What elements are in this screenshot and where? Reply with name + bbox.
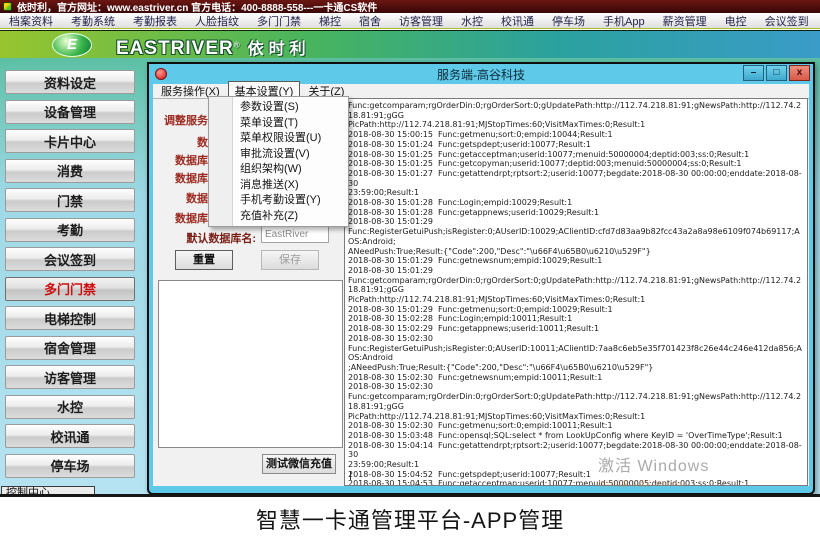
brand-band: E EASTRIVER® 依时利 — [0, 30, 820, 58]
sidebar-button[interactable]: 停车场 — [5, 454, 135, 478]
dropdown-menu-item[interactable]: 充值补充(Z) — [209, 209, 348, 225]
field-label: 调整服务 — [153, 112, 208, 128]
menu-item[interactable]: 人脸指纹 — [186, 13, 248, 29]
dropdown-menu-item[interactable]: 参数设置(S) — [209, 100, 348, 116]
screen: 依时利，官方网址：www.eastriver.cn 官方电话：400-8888-… — [0, 0, 820, 540]
dialog-title: 服务端-高谷科技 — [437, 66, 525, 83]
sidebar-button[interactable]: 会议签到 — [5, 247, 135, 271]
sidebar-button[interactable]: 卡片中心 — [5, 129, 135, 153]
page-caption: 智慧一卡通管理平台-APP管理 — [256, 503, 564, 535]
field-label: 数据 — [153, 190, 208, 206]
sidebar: 资料设定设备管理卡片中心消费门禁考勤会议签到多门门禁电梯控制宿舍管理访客管理水控… — [5, 70, 135, 478]
menu-item[interactable]: 访客管理 — [390, 13, 452, 29]
eastriver-logo-icon: E — [52, 33, 92, 57]
minimize-button[interactable]: – — [743, 65, 764, 81]
field-label: 数据库 — [153, 152, 208, 168]
dropdown-menu-item[interactable]: 菜单设置(T) — [209, 116, 348, 132]
sidebar-button[interactable]: 访客管理 — [5, 365, 135, 389]
app-titlebar: 依时利，官方网址：www.eastriver.cn 官方电话：400-8888-… — [0, 0, 820, 13]
menu-item[interactable]: 多门门禁 — [248, 13, 310, 29]
sidebar-button[interactable]: 门禁 — [5, 188, 135, 212]
menu-bar: 档案资料考勤系统考勤报表人脸指纹多门门禁梯控宿舍访客管理水控校讯通停车场手机Ap… — [0, 13, 820, 29]
log-output: Func:getcomparam;rgOrderDin:0;rgOrderSor… — [348, 101, 804, 486]
dropdown-menu-item[interactable]: 审批流设置(V) — [209, 147, 348, 163]
brand-text: EASTRIVER® 依时利 — [116, 35, 311, 60]
menu-item[interactable]: 电控 — [716, 13, 756, 29]
app-icon — [3, 2, 12, 11]
menu-item[interactable]: 停车场 — [543, 13, 594, 29]
dialog-app-icon — [155, 68, 167, 80]
sidebar-button[interactable]: 电梯控制 — [5, 306, 135, 330]
menu-item[interactable]: 考勤系统 — [62, 13, 124, 29]
sidebar-button[interactable]: 多门门禁 — [5, 277, 135, 301]
field-label: 数 — [153, 134, 208, 150]
service-listbox[interactable] — [158, 280, 343, 448]
field-label: 数据库 — [153, 210, 208, 226]
caption-bar: 智慧一卡通管理平台-APP管理 — [0, 497, 820, 540]
menu-item[interactable]: 水控 — [452, 13, 492, 29]
workspace: 资料设定设备管理卡片中心消费门禁考勤会议签到多门门禁电梯控制宿舍管理访客管理水控… — [0, 58, 820, 494]
dropdown-items: 参数设置(S)菜单设置(T)菜单权限设置(U)审批流设置(V)组织架构(W)消息… — [209, 100, 348, 224]
dropdown-menu-item[interactable]: 消息推送(X) — [209, 178, 348, 194]
menu-item[interactable]: 宿舍 — [350, 13, 390, 29]
app-title: 依时利，官方网址：www.eastriver.cn 官方电话：400-8888-… — [17, 0, 377, 14]
sidebar-button[interactable]: 宿舍管理 — [5, 336, 135, 360]
sidebar-button[interactable]: 考勤 — [5, 218, 135, 242]
save-button: 保存 — [261, 250, 319, 270]
sidebar-button[interactable]: 校讯通 — [5, 424, 135, 448]
menu-item[interactable]: 考勤报表 — [124, 13, 186, 29]
test-wechat-recharge-button[interactable]: 测试微信充值 — [262, 454, 336, 474]
log-panel[interactable]: Func:getcomparam;rgOrderDin:0;rgOrderSor… — [344, 98, 808, 486]
registered-mark: ® — [234, 41, 240, 50]
menu-item[interactable]: 校讯通 — [492, 13, 543, 29]
dropdown-menu-item[interactable]: 组织架构(W) — [209, 162, 348, 178]
close-button[interactable]: x — [789, 65, 810, 81]
sidebar-button[interactable]: 设备管理 — [5, 100, 135, 124]
menu-item[interactable]: 档案资料 — [0, 13, 62, 29]
menu-item[interactable]: 会议签到 — [756, 13, 818, 29]
field-label: 数据库 — [153, 170, 208, 186]
menu-item[interactable]: 薪资管理 — [654, 13, 716, 29]
menu-item[interactable]: 梯控 — [310, 13, 350, 29]
dropdown-menu-item[interactable]: 菜单权限设置(U) — [209, 131, 348, 147]
settings-dropdown-menu: 参数设置(S)菜单设置(T)菜单权限设置(U)审批流设置(V)组织架构(W)消息… — [208, 96, 349, 227]
server-dialog: 服务端-高谷科技 – □ x 服务操作(X)基本设置(Y)关于(Z) 调整服务数… — [147, 62, 815, 495]
brand-name-cn: 依时利 — [248, 41, 311, 58]
reset-button[interactable]: 重置 — [175, 250, 233, 270]
sidebar-button[interactable]: 水控 — [5, 395, 135, 419]
dialog-body: 服务操作(X)基本设置(Y)关于(Z) 调整服务数数据库数据库数据数据库 默认数… — [153, 84, 809, 486]
default-db-label: 默认数据库名: — [153, 230, 256, 246]
sidebar-button[interactable]: 消费 — [5, 159, 135, 183]
text-cursor — [350, 471, 351, 480]
maximize-button[interactable]: □ — [766, 65, 787, 81]
menu-item[interactable]: 手机App — [594, 13, 654, 29]
dropdown-menu-item[interactable]: 手机考勤设置(Y) — [209, 193, 348, 209]
default-db-input[interactable] — [261, 226, 329, 243]
sidebar-button[interactable]: 资料设定 — [5, 70, 135, 94]
brand-name-en: EASTRIVER — [116, 38, 234, 59]
dialog-window-buttons: – □ x — [741, 65, 810, 81]
